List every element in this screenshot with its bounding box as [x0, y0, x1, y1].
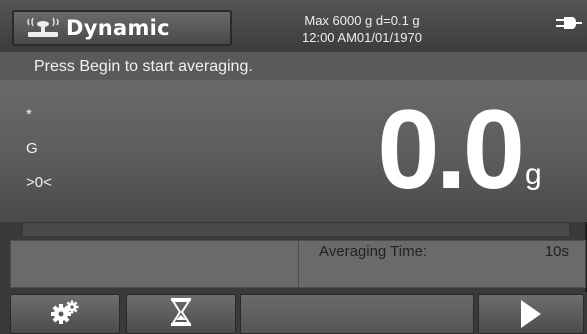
averaging-progress-bar [22, 222, 570, 237]
play-icon [521, 300, 541, 328]
bottom-toolbar [0, 292, 587, 334]
app-mode-button[interactable]: Dynamic [12, 10, 232, 46]
weight-unit: g [525, 158, 542, 191]
scale-screen: Dynamic Max 6000 g d=0.1 g 12:00 AM01/01… [0, 0, 587, 334]
header-bar: Dynamic Max 6000 g d=0.1 g 12:00 AM01/01… [0, 0, 587, 52]
stability-indicator: * [26, 106, 32, 123]
weight-display: * G >0< 0.0 g [0, 80, 587, 222]
capacity-text: Max 6000 g d=0.1 g [304, 13, 420, 28]
weight-value: 0.0 [377, 87, 525, 212]
zero-indicator: >0< [26, 174, 52, 191]
capacity-info: Max 6000 g d=0.1 g 12:00 AM01/01/1970 [262, 12, 462, 46]
start-button[interactable] [478, 294, 584, 334]
info-panel-left [11, 241, 299, 287]
averaging-time-value: 10s [544, 243, 569, 260]
power-plug-icon [556, 14, 582, 29]
scale-mode-icon [26, 17, 60, 39]
gross-indicator: G [26, 140, 38, 157]
settings-button[interactable] [10, 294, 120, 334]
instruction-text: Press Begin to start averaging. [0, 52, 587, 80]
timer-button[interactable] [126, 294, 236, 334]
app-title: Dynamic [66, 16, 170, 40]
averaging-time-label: Averaging Time: [319, 243, 428, 260]
toolbar-empty-slot [240, 294, 474, 334]
gears-icon [50, 299, 80, 329]
info-panel: Averaging Time: 10s [10, 240, 586, 288]
hourglass-icon [170, 298, 192, 330]
datetime-text: 12:00 AM01/01/1970 [302, 30, 422, 45]
